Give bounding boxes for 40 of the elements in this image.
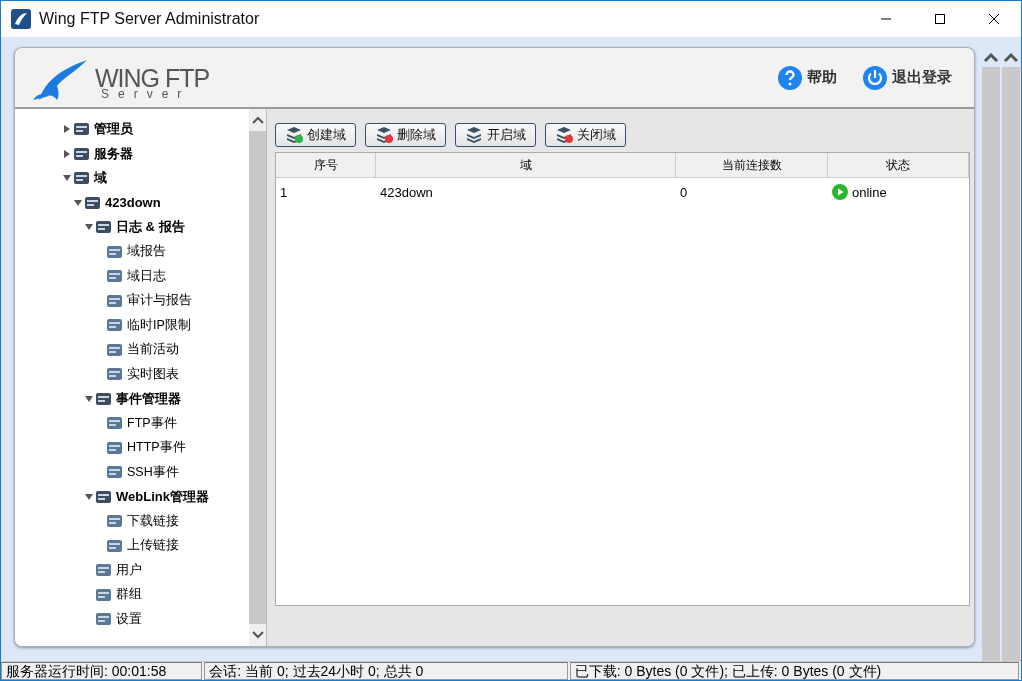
toolbar-button[interactable]: 关闭域 xyxy=(545,123,626,147)
tree-item[interactable]: 设置 xyxy=(116,610,142,628)
tree-item[interactable]: 审计与报告 xyxy=(127,292,192,310)
status-text: 已下载: 0 Bytes (0 文件); 已上传: 0 Bytes (0 文件) xyxy=(569,662,1019,680)
tree-item[interactable]: HTTP事件 xyxy=(127,439,186,457)
tree-item[interactable]: 当前活动 xyxy=(127,341,179,359)
window-title: Wing FTP Server Administrator xyxy=(39,10,261,28)
logo-subtitle: Server xyxy=(101,87,191,100)
toolbar-button[interactable]: 创建域 xyxy=(275,123,356,147)
tree-item[interactable]: WebLink管理器 xyxy=(116,487,209,506)
tree-item[interactable]: 服务器 xyxy=(94,144,133,163)
tree-item[interactable]: 管理员 xyxy=(94,120,133,139)
tree-item[interactable]: 上传链接 xyxy=(127,537,179,555)
table-cell: online xyxy=(852,184,887,200)
table-cell: 1 xyxy=(280,184,288,200)
tree-item[interactable]: 实时图表 xyxy=(127,365,179,383)
tree-item[interactable]: 事件管理器 xyxy=(116,389,181,408)
tree-item[interactable]: 群组 xyxy=(116,586,142,604)
column-header[interactable]: 序号 xyxy=(276,153,376,178)
column-header[interactable]: 当前连接数 xyxy=(676,153,828,178)
header-link[interactable]: 退出登录 xyxy=(863,65,952,90)
table-cell: 423down xyxy=(380,184,433,200)
status-text: 服务器运行时间: 00:01:58 xyxy=(1,662,203,680)
header-link[interactable]: 帮助 xyxy=(778,65,837,90)
tree-item[interactable]: 域日志 xyxy=(127,267,166,285)
tree-item[interactable]: FTP事件 xyxy=(127,414,177,432)
status-text: 会话: 当前 0; 过去24小时 0; 总共 0 xyxy=(204,662,568,680)
column-header[interactable]: 域 xyxy=(376,153,676,178)
tree-item[interactable]: 域报告 xyxy=(127,243,166,261)
tree-item[interactable]: 下载链接 xyxy=(127,512,179,530)
tree-item[interactable]: 日志 & 报告 xyxy=(116,218,185,237)
toolbar-button[interactable]: 删除域 xyxy=(365,123,446,147)
tree-item[interactable]: 临时IP限制 xyxy=(127,316,191,334)
tree-item[interactable]: 域 xyxy=(94,169,107,188)
tree-item[interactable]: 423down xyxy=(105,195,161,211)
toolbar-button[interactable]: 开启域 xyxy=(455,123,536,147)
tree-item[interactable]: SSH事件 xyxy=(127,463,179,481)
tree-item[interactable]: 用户 xyxy=(116,561,142,579)
column-header[interactable]: 状态 xyxy=(828,153,969,178)
table-cell: 0 xyxy=(680,184,688,200)
